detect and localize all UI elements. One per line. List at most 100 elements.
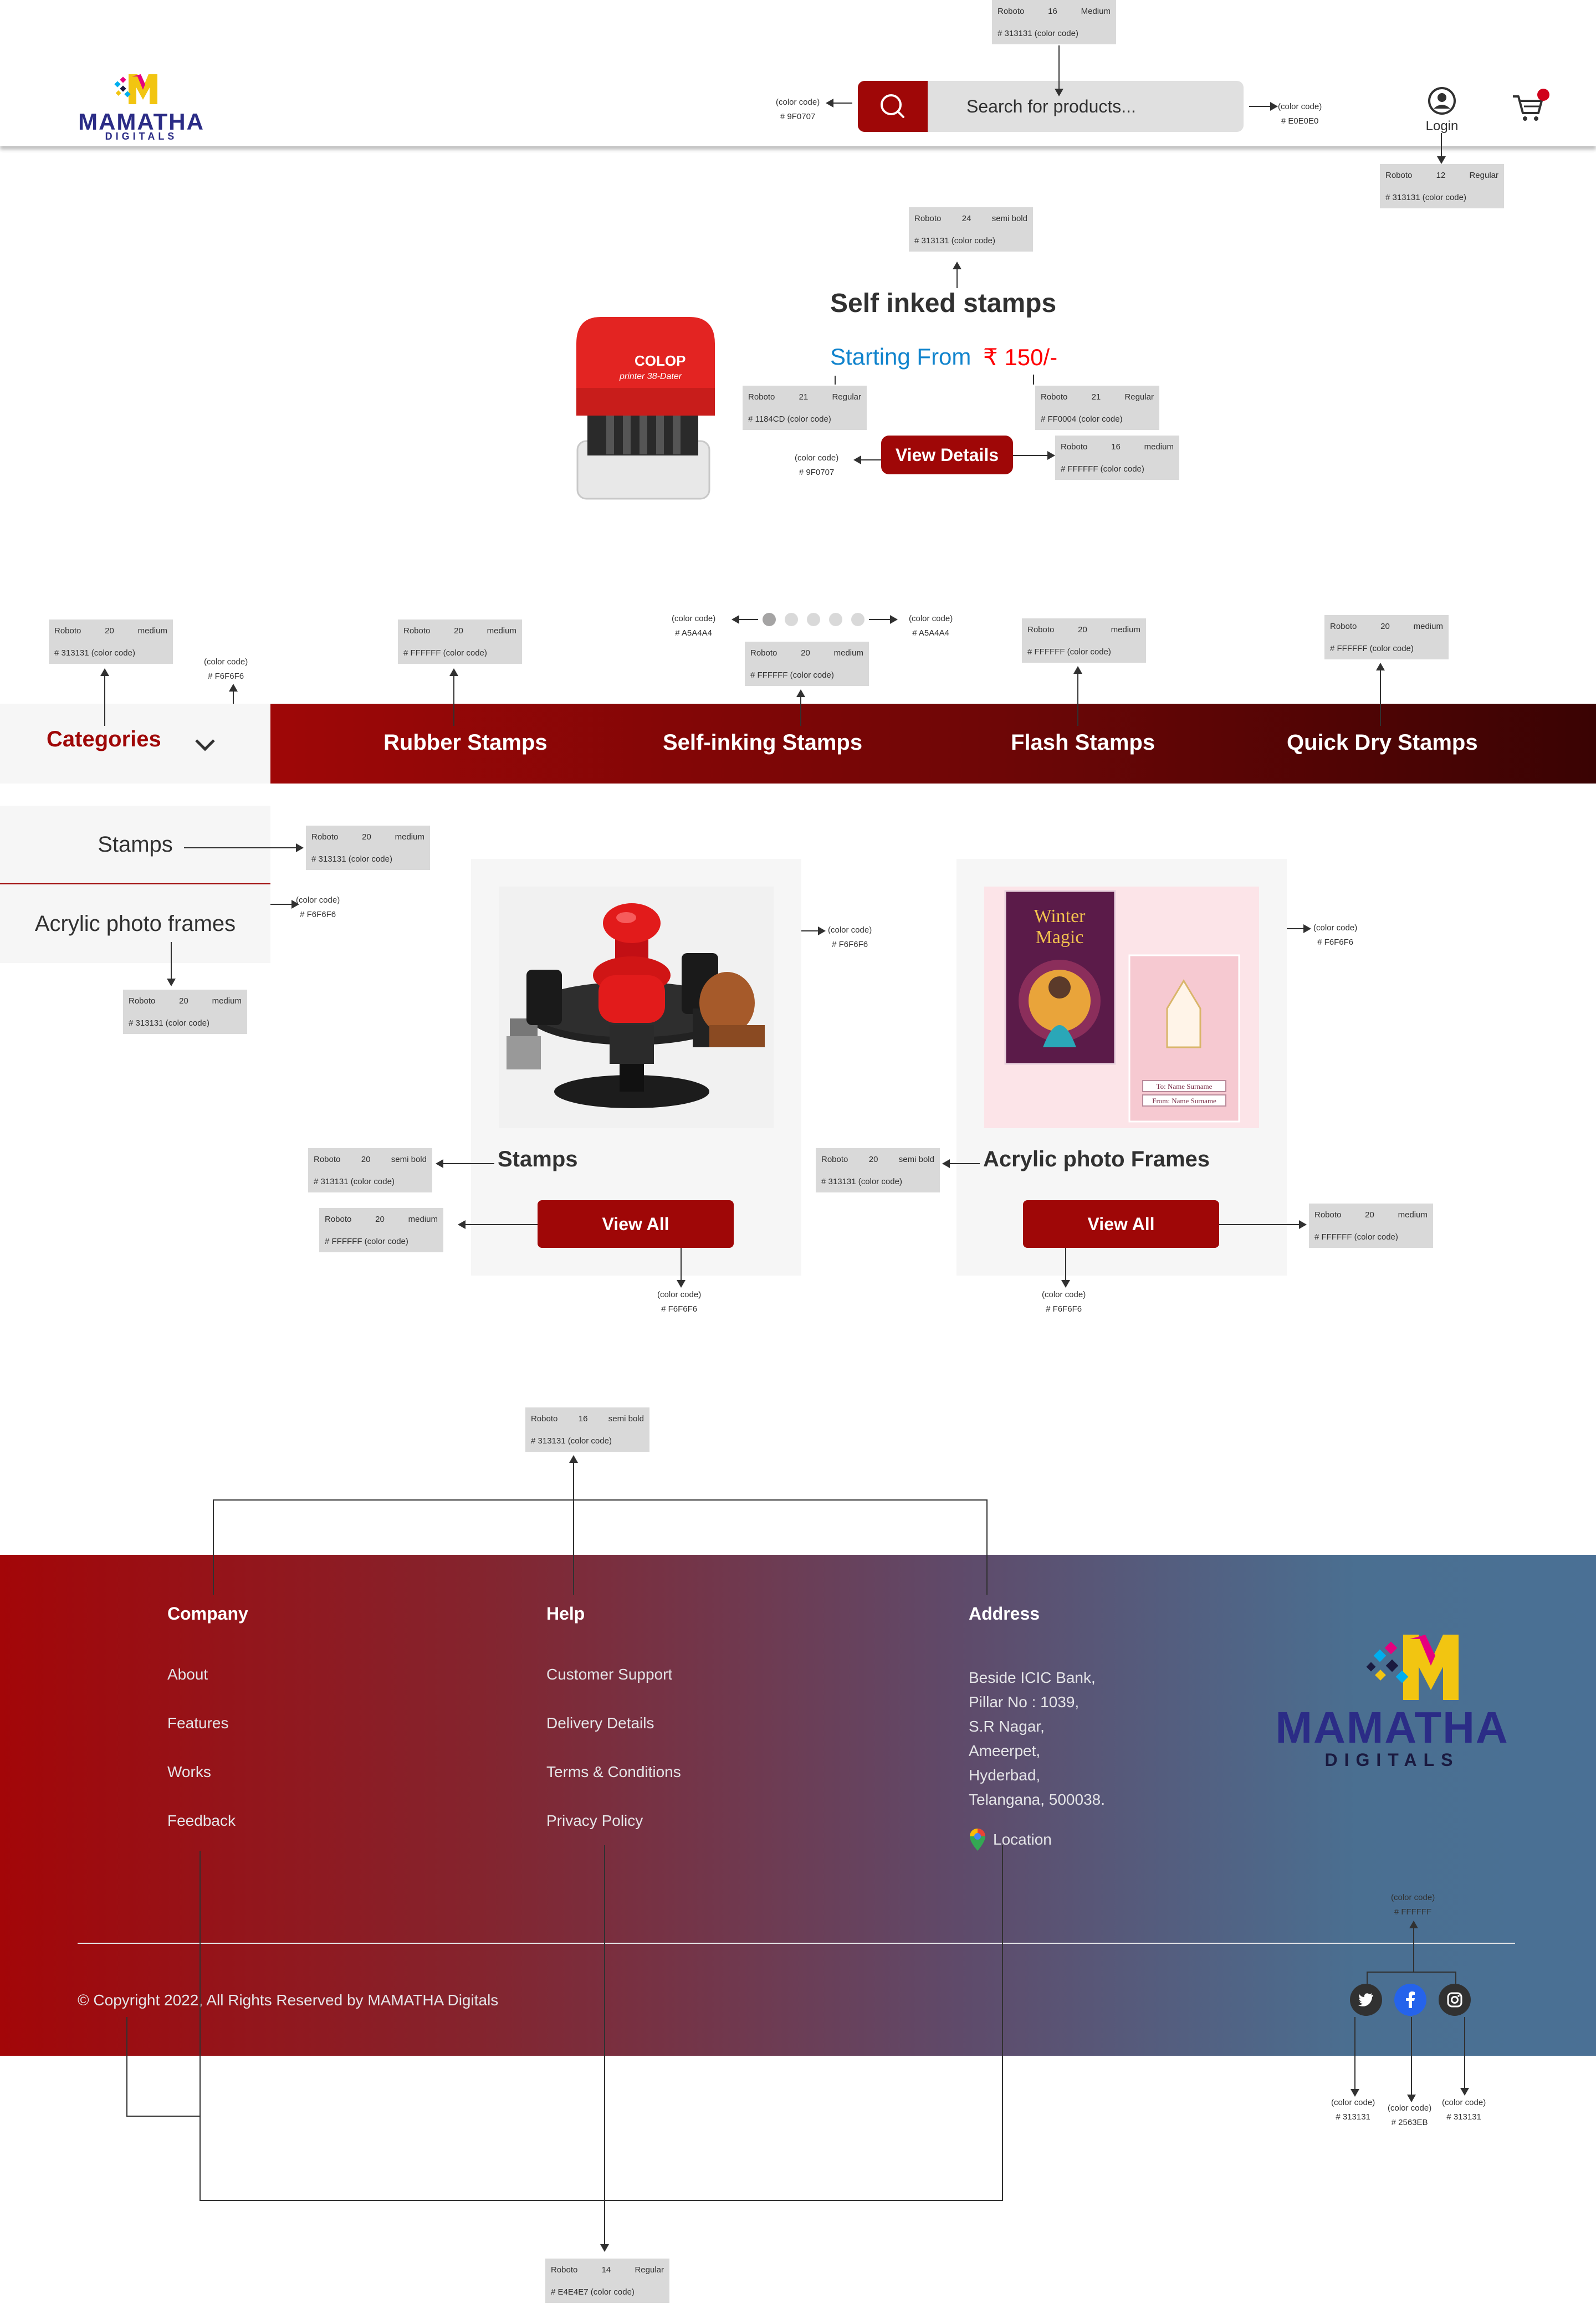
view-details-button[interactable]: View Details [881, 436, 1013, 474]
annotation-arrow [291, 900, 299, 909]
spec-weight: semi bold [608, 1414, 644, 1424]
spec-font: Roboto [1314, 1210, 1342, 1220]
search-bar [858, 81, 1244, 132]
annotation-arrow [229, 684, 238, 692]
carousel-dot[interactable] [785, 613, 798, 626]
annotation-arrow [953, 262, 961, 269]
spec-weight: medium [1111, 625, 1140, 634]
carousel-dot[interactable] [851, 613, 864, 626]
carousel-dot[interactable] [807, 613, 820, 626]
annotation-line [869, 619, 891, 620]
annotation-line [462, 1224, 538, 1225]
annotation-arrow [818, 926, 826, 935]
spec-font: Roboto [1027, 625, 1055, 634]
hero-starting-from: Starting From [830, 344, 971, 370]
cart-button[interactable] [1511, 89, 1549, 124]
address-line: Telangana, 500038. [969, 1791, 1105, 1808]
color-note-value: # A5A4A4 [912, 628, 949, 638]
footer-link-customer-support[interactable]: Customer Support [546, 1666, 672, 1683]
spec-font: Roboto [821, 1155, 848, 1164]
spec-color: # FFFFFF [1314, 1232, 1352, 1242]
search-button[interactable] [858, 81, 928, 132]
facebook-icon [1406, 1991, 1415, 2008]
annotation-line [1287, 928, 1305, 929]
side-menu-stamps[interactable]: Stamps [0, 806, 270, 884]
spec-size: 20 [454, 626, 463, 636]
spec-font: Roboto [1385, 171, 1413, 180]
spec-color: # FFFFFF [325, 1237, 362, 1246]
annotation-line [1413, 1923, 1414, 1973]
twitter-icon [1358, 1993, 1373, 2006]
color-note-value: # F6F6F6 [208, 672, 244, 681]
facebook-button[interactable] [1394, 1984, 1426, 2016]
categories-dropdown[interactable]: Categories [0, 704, 270, 784]
category-flash-stamps[interactable]: Flash Stamps [1011, 730, 1155, 755]
spec-color: # 313131 [311, 854, 346, 864]
spec-weight: Regular [832, 392, 861, 402]
spec-font: Roboto [311, 832, 339, 842]
carousel-dot[interactable] [763, 613, 776, 626]
annotation-arrow [1073, 666, 1082, 674]
footer-link-feedback[interactable]: Feedback [167, 1812, 236, 1830]
annotation-line [604, 2200, 605, 2245]
twitter-button[interactable] [1350, 1984, 1382, 2016]
footer-link-features[interactable]: Features [167, 1714, 229, 1732]
color-note-value: # F6F6F6 [1046, 1304, 1082, 1314]
spec-font: Roboto [403, 626, 431, 636]
footer-link-delivery-details[interactable]: Delivery Details [546, 1714, 654, 1732]
color-note-label: (color code) [296, 895, 340, 905]
spec-note: (color code) [858, 1177, 902, 1186]
search-input[interactable] [928, 81, 1244, 132]
annotation-line [604, 1845, 605, 2200]
frame-text-magic: Magic [1036, 927, 1084, 948]
footer-link-privacy-policy[interactable]: Privacy Policy [546, 1812, 643, 1830]
color-note-value: # F6F6F6 [300, 910, 336, 919]
color-note-value: # F6F6F6 [1317, 938, 1354, 947]
annotation-line [213, 1499, 988, 1501]
view-all-acrylic-frames-button[interactable]: View All [1023, 1200, 1219, 1248]
spec-weight: medium [1413, 622, 1443, 631]
spec-note: (color code) [1354, 1232, 1398, 1242]
spec-note: (color code) [1067, 647, 1111, 657]
spec-size: 20 [179, 996, 188, 1006]
spec-weight: medium [395, 832, 424, 842]
annotation-line [1380, 665, 1381, 726]
spec-note: (color code) [567, 1436, 612, 1446]
spec-weight: semi bold [391, 1155, 427, 1164]
side-menu-acrylic-photo-frames[interactable]: Acrylic photo frames [0, 884, 270, 963]
acrylic-frames-product-image: Winter Magic To: Name Surname From: Name… [984, 887, 1259, 1128]
category-rubber-stamps[interactable]: Rubber Stamps [383, 730, 548, 755]
footer-link-about[interactable]: About [167, 1666, 208, 1683]
carousel-dot[interactable] [829, 613, 842, 626]
address-line: Hyderbad, [969, 1767, 1041, 1784]
spec-annotation: Roboto 21 Regular # 1184CD (color code) [743, 386, 867, 430]
instagram-button[interactable] [1439, 1984, 1471, 2016]
annotation-line [801, 930, 819, 931]
annotation-line [453, 670, 454, 726]
spec-note: (color code) [790, 670, 834, 680]
header-logo[interactable]: MAMATHA DIGITALS [78, 71, 205, 143]
footer-link-works[interactable]: Works [167, 1763, 211, 1781]
category-self-inking-stamps[interactable]: Self-inking Stamps [663, 730, 862, 755]
footer-logo-mark-icon [1366, 1635, 1459, 1700]
category-quick-dry-stamps[interactable]: Quick Dry Stamps [1287, 730, 1478, 755]
annotation-line [184, 847, 297, 848]
spec-annotation: Roboto 20 semi bold # 313131 (color code) [816, 1148, 940, 1192]
footer-link-terms[interactable]: Terms & Conditions [546, 1763, 681, 1781]
frame-line-from: From: Name Surname [1152, 1097, 1216, 1105]
spec-color: # 313131 [1385, 193, 1420, 202]
spec-color: # 313131 [998, 29, 1032, 38]
spec-weight: Regular [1124, 392, 1154, 402]
annotation-arrow [942, 1159, 950, 1168]
color-note-value: # 2563EB [1391, 2118, 1428, 2127]
spec-font: Roboto [54, 626, 81, 636]
footer-location-link[interactable]: Location [969, 1827, 1052, 1852]
spec-size: 21 [1091, 392, 1101, 402]
view-all-stamps-button[interactable]: View All [538, 1200, 734, 1248]
logo-subtitle: DIGITALS [105, 131, 178, 142]
spec-font: Roboto [1061, 442, 1088, 452]
login-button[interactable]: Login [1419, 86, 1465, 134]
color-note: (color code) # 313131 [1331, 2096, 1375, 2124]
spec-color: # FFFFFF [750, 670, 788, 680]
color-note-label: (color code) [1388, 2103, 1432, 2113]
